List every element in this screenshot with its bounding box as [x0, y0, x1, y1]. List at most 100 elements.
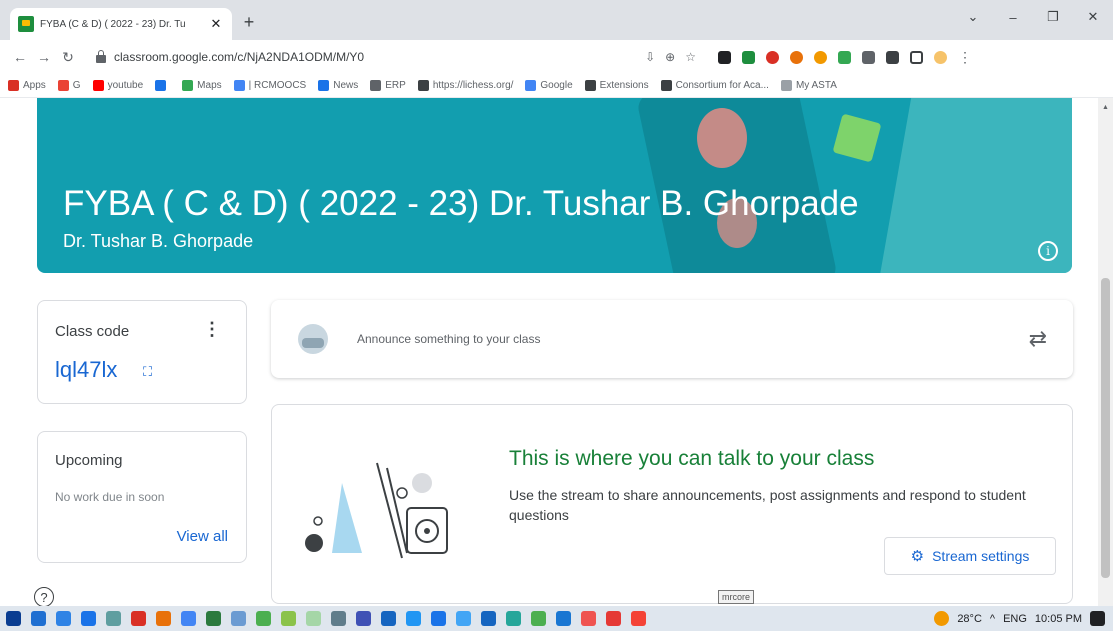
bookmark-item[interactable]: Maps: [182, 80, 222, 91]
help-icon[interactable]: ?: [34, 587, 54, 606]
extension-icon[interactable]: [862, 50, 875, 64]
classroom-favicon-icon: [18, 16, 34, 32]
close-window-button[interactable]: ✕: [1073, 0, 1113, 34]
class-code-card: Class code ⋮ lql47lx ⛶: [37, 300, 247, 404]
new-tab-button[interactable]: +: [238, 12, 260, 33]
start-button-icon[interactable]: [6, 611, 21, 626]
extension-icon[interactable]: [718, 50, 731, 64]
taskbar-app-icon[interactable]: [256, 611, 271, 626]
browser-tab[interactable]: FYBA (C & D) ( 2022 - 23) Dr. Tu ✕: [10, 8, 232, 40]
weather-temp[interactable]: 28°C: [957, 613, 982, 625]
taskbar-app-icon[interactable]: [556, 611, 571, 626]
taskbar-app-icon[interactable]: [81, 611, 96, 626]
bookmark-item[interactable]: Google: [525, 80, 573, 91]
language-indicator[interactable]: ENG: [1003, 613, 1027, 625]
repost-icon[interactable]: ⇄: [1029, 326, 1047, 352]
notification-icon[interactable]: [1090, 611, 1105, 626]
zoom-icon[interactable]: ⊕: [665, 50, 675, 64]
scroll-thumb[interactable]: [1101, 278, 1110, 578]
bookmark-item[interactable]: https://lichess.org/: [417, 80, 514, 91]
bookmark-label: News: [333, 80, 359, 91]
apps-icon: [8, 80, 19, 91]
more-menu-icon[interactable]: ⋮: [958, 49, 972, 66]
bookmark-label: Extensions: [599, 80, 649, 91]
announce-placeholder[interactable]: Announce something to your class: [357, 332, 540, 346]
profile-avatar-icon[interactable]: [934, 50, 947, 64]
fullscreen-icon[interactable]: ⛶: [143, 364, 152, 380]
omnibox-icons: ⇩ ⊕ ☆: [645, 50, 696, 64]
taskbar-app-icon[interactable]: [156, 611, 171, 626]
taskbar-app-icon[interactable]: [506, 611, 521, 626]
taskbar-app-icon[interactable]: [331, 611, 346, 626]
upcoming-label: Upcoming: [55, 452, 123, 469]
bookmarks-bar: Apps Gyoutube Maps | RCMOOCS News ERP https://…: [0, 74, 1113, 98]
clock[interactable]: 10:05 PM: [1035, 613, 1082, 625]
taskbar-app-icon[interactable]: [356, 611, 371, 626]
system-tray: 28°C ^ ENG 10:05 PM: [934, 606, 1105, 631]
taskbar-app-icon[interactable]: [381, 611, 396, 626]
taskbar-app-icon[interactable]: [606, 611, 621, 626]
sidepanel-icon[interactable]: [910, 50, 923, 64]
back-button[interactable]: ←: [8, 49, 32, 65]
bookmark-star-icon[interactable]: ☆: [685, 50, 696, 64]
extension-icon[interactable]: [814, 50, 827, 64]
browser-tab-strip: FYBA (C & D) ( 2022 - 23) Dr. Tu ✕ + ⌄ –…: [0, 0, 1113, 40]
bookmark-item[interactable]: Consortium for Aca...: [660, 80, 769, 91]
bookmark-item[interactable]: Extensions: [584, 80, 649, 91]
taskbar-app-icon[interactable]: [481, 611, 496, 626]
taskbar-app-icon[interactable]: [406, 611, 421, 626]
install-icon[interactable]: ⇩: [645, 50, 655, 64]
taskbar-app-icon[interactable]: [131, 611, 146, 626]
bookmark-item[interactable]: G: [57, 80, 81, 91]
tab-close-icon[interactable]: ✕: [208, 16, 224, 32]
forward-button[interactable]: →: [32, 49, 56, 65]
bookmark-label: youtube: [107, 80, 144, 91]
scroll-up-icon[interactable]: ▲: [1102, 104, 1109, 111]
more-options-icon[interactable]: ⋮: [203, 319, 221, 340]
weather-icon[interactable]: [934, 611, 950, 626]
reload-button[interactable]: ↻: [56, 49, 80, 66]
puzzle-icon[interactable]: [886, 50, 899, 64]
taskbar-app-icon[interactable]: [231, 611, 246, 626]
info-icon[interactable]: i: [1038, 241, 1058, 261]
taskbar-app-icon[interactable]: [631, 611, 646, 626]
taskbar-app-icon[interactable]: [431, 611, 446, 626]
taskbar-app-icon[interactable]: [581, 611, 596, 626]
page-scrollbar[interactable]: ▲: [1098, 98, 1113, 606]
taskbar-app-icon[interactable]: [31, 611, 46, 626]
taskbar-app-icon[interactable]: [56, 611, 71, 626]
bookmark-item[interactable]: youtube: [92, 80, 144, 91]
bookmark-item[interactable]: [155, 80, 170, 91]
bookmark-item[interactable]: ERP: [370, 80, 406, 91]
bookmark-item[interactable]: Apps: [8, 80, 46, 91]
bookmark-item[interactable]: News: [318, 80, 358, 91]
tray-caret-icon[interactable]: ^: [990, 613, 995, 625]
taskbar-app-icon[interactable]: [306, 611, 321, 626]
minimize-button[interactable]: –: [993, 0, 1033, 34]
extension-icon[interactable]: [838, 50, 851, 64]
tab-search-icon[interactable]: ⌄: [953, 0, 993, 34]
bookmark-label: https://lichess.org/: [432, 80, 514, 91]
taskbar-app-icon[interactable]: [281, 611, 296, 626]
tab-title: FYBA (C & D) ( 2022 - 23) Dr. Tu: [40, 18, 186, 30]
taskbar-app-icon[interactable]: [106, 611, 121, 626]
bookmark-item[interactable]: | RCMOOCS: [233, 80, 306, 91]
taskbar-app-icon[interactable]: [456, 611, 471, 626]
taskbar-app-icon[interactable]: [206, 611, 221, 626]
announce-box[interactable]: Announce something to your class ⇄: [271, 300, 1073, 378]
extension-icon[interactable]: [790, 50, 803, 64]
maximize-button[interactable]: ❐: [1033, 0, 1073, 34]
view-all-link[interactable]: View all: [177, 528, 228, 545]
erp-icon: [370, 80, 382, 91]
taskbar-app-icon[interactable]: [531, 611, 546, 626]
checkmark-extension-icon[interactable]: [742, 50, 755, 64]
address-bar[interactable]: classroom.google.com/c/NjA2NDA1ODM/M/Y0 …: [86, 44, 706, 70]
bookmark-label: Apps: [23, 80, 46, 91]
google-icon: [525, 80, 537, 91]
stream-settings-button[interactable]: ⚙ Stream settings: [884, 537, 1056, 575]
globe-icon: [233, 80, 245, 91]
taskbar-app-icon[interactable]: [181, 611, 196, 626]
upcoming-text: No work due in soon: [55, 490, 165, 504]
opera-extension-icon[interactable]: [766, 50, 779, 64]
bookmark-item[interactable]: My ASTA: [780, 80, 837, 91]
